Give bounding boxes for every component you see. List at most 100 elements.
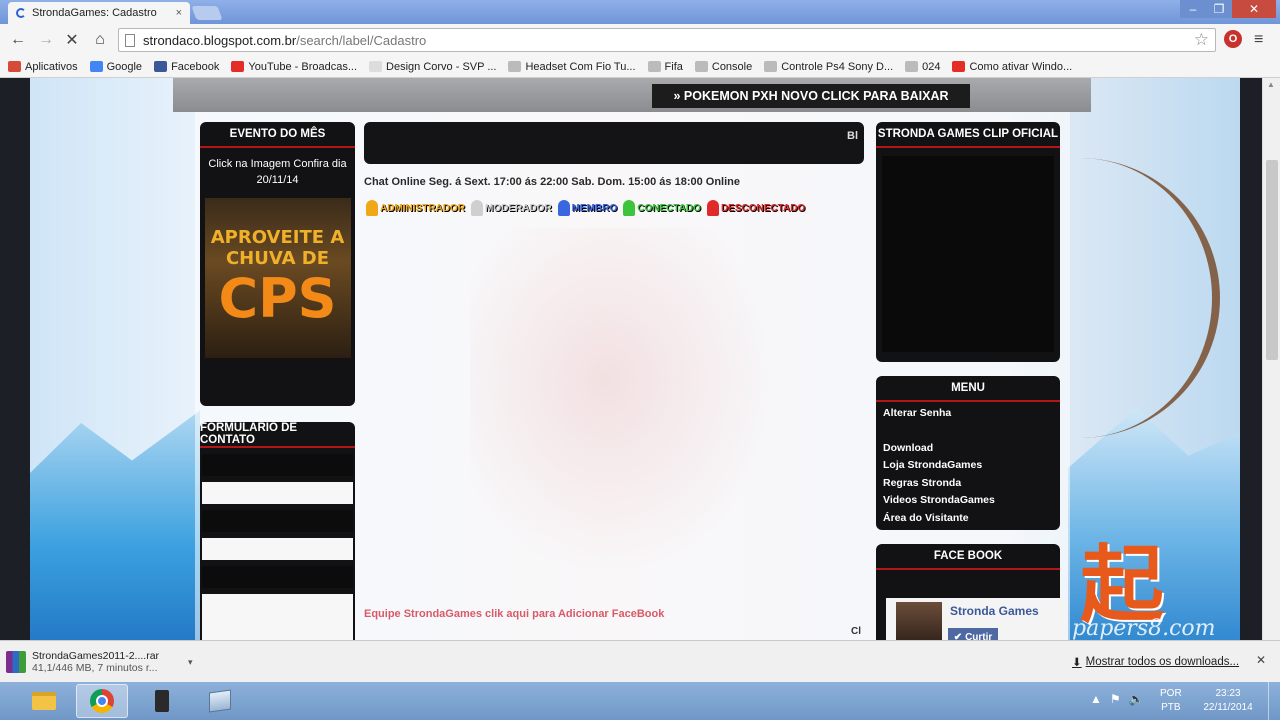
bookmark-item[interactable]: YouTube - Broadcas...	[231, 61, 357, 73]
tab-close-icon[interactable]: ×	[176, 7, 182, 19]
volume-icon[interactable]: 🔈	[1129, 692, 1144, 706]
bookmark-item[interactable]: Como ativar Windo...	[952, 61, 1072, 73]
user-status-legend: ADMINISTRADOR MODERADOR MEMBRO CONECTADO DES…	[366, 200, 805, 216]
video-player[interactable]	[882, 156, 1054, 352]
network-icon[interactable]: ⚑	[1110, 692, 1121, 706]
bookmark-item[interactable]: Google	[89, 61, 142, 73]
extension-icon[interactable]: O	[1224, 30, 1242, 48]
bookmark-item[interactable]: Controle Ps4 Sony D...	[764, 61, 893, 73]
rar-file-icon	[6, 651, 26, 673]
bookmark-label: 024	[922, 60, 941, 73]
show-all-downloads-link[interactable]: ⬇ Mostrar todos os downloads...	[1072, 655, 1239, 669]
taskbar-explorer[interactable]	[18, 684, 70, 718]
bookmark-item[interactable]: Aplicativos	[8, 61, 78, 73]
download-file-name: StrondaGames2011-2....rar	[32, 650, 160, 662]
new-tab-button[interactable]	[191, 6, 223, 20]
download-menu-chevron-icon[interactable]: ▾	[188, 657, 193, 668]
bookmark-label: Como ativar Windo...	[969, 60, 1073, 73]
close-downloads-icon[interactable]: ✕	[1256, 653, 1266, 667]
contact-form-widget: FORMULÁRIO DE CONTATO	[200, 422, 355, 640]
bookmark-favicon-icon	[905, 61, 919, 72]
legend-label: MEMBRO	[571, 202, 618, 214]
facebook-page-avatar[interactable]	[896, 602, 942, 640]
scroll-thumb[interactable]	[1266, 160, 1278, 360]
bookmark-star-icon[interactable]: ☆	[1194, 30, 1209, 50]
chrome-menu-icon[interactable]: ≡	[1254, 31, 1263, 49]
bookmark-item[interactable]: Design Corvo - SVP ...	[369, 61, 496, 73]
legend-label: ADMINISTRADOR	[380, 202, 465, 214]
contact-form-row	[202, 454, 353, 476]
windows-taskbar: ▲ ⚑ 🔈 POR PTB 23:23 22/11/2014	[0, 682, 1280, 720]
show-all-label: Mostrar todos os downloads...	[1085, 656, 1240, 668]
close-window-button[interactable]: ✕	[1232, 0, 1276, 18]
bookmark-favicon-icon	[8, 61, 21, 72]
pokemon-download-link[interactable]: » POKEMON PXH NOVO CLICK PARA BAIXAR	[652, 84, 970, 108]
contact-message-field[interactable]	[202, 594, 353, 640]
menu-item[interactable]: Regras Stronda	[876, 474, 1060, 492]
background-bow	[1070, 158, 1220, 438]
user-status-icon	[471, 200, 483, 216]
facebook-widget: FACE BOOK Stronda Games ✔ Curtir	[876, 544, 1066, 640]
home-icon[interactable]: ⌂	[90, 30, 110, 50]
add-facebook-link[interactable]: Equipe StrondaGames clik aqui para Adici…	[364, 608, 664, 620]
background-character-art	[470, 228, 810, 608]
bookmark-label: Controle Ps4 Sony D...	[781, 60, 894, 73]
camera-icon	[155, 690, 169, 712]
bookmark-label: Fifa	[664, 60, 683, 73]
language-indicator[interactable]: POR PTB	[1160, 687, 1182, 715]
browser-tab-active[interactable]: StrondaGames: Cadastro ×	[8, 2, 190, 24]
legend-label: DESCONECTADO	[720, 202, 806, 214]
legend-label: CONECTADO	[637, 202, 701, 214]
menu-item[interactable]: Videos StrondaGames	[876, 492, 1060, 510]
bookmark-item[interactable]: Console	[694, 61, 752, 73]
chrome-icon	[90, 689, 114, 713]
show-desktop-button[interactable]	[1268, 682, 1280, 720]
maximize-button[interactable]: ❐	[1206, 0, 1232, 18]
system-clock[interactable]: 23:23 22/11/2014	[1196, 687, 1260, 715]
check-icon: ✔	[953, 631, 963, 641]
bookmark-item[interactable]: 024	[905, 61, 940, 73]
menu-item[interactable]: Download	[876, 439, 1060, 457]
facebook-page-card: Stronda Games ✔ Curtir	[886, 598, 1066, 640]
scroll-up-arrow-icon[interactable]: ▲	[1267, 80, 1275, 89]
bookmark-favicon-icon	[694, 61, 708, 72]
facebook-like-button[interactable]: ✔ Curtir	[948, 628, 998, 640]
cps-event-banner[interactable]: APROVEITE A CHUVA DE CPS	[204, 198, 351, 358]
address-bar[interactable]: strondaco.blogspot.com.br /search/label/…	[118, 28, 1216, 52]
page-scrollbar[interactable]: ▲	[1262, 78, 1280, 640]
taskbar-capture-app[interactable]	[136, 684, 188, 718]
bookmark-label: Design Corvo - SVP ...	[386, 60, 497, 73]
banner-line-1: APROVEITE A	[210, 227, 345, 248]
clock-date: 22/11/2014	[1203, 702, 1253, 713]
facebook-page-name[interactable]: Stronda Games	[950, 604, 1039, 618]
taskbar-app[interactable]	[194, 684, 246, 718]
menu-item[interactable]: Loja StrondaGames	[876, 457, 1060, 475]
page-icon	[125, 33, 135, 47]
url-path: /search/label/Cadastro	[296, 32, 427, 48]
forward-button[interactable]: →	[36, 30, 56, 50]
contact-email-field[interactable]	[202, 538, 353, 560]
contact-name-field[interactable]	[202, 482, 353, 504]
menu-item[interactable]: Área do Visitante	[876, 509, 1060, 527]
bookmark-favicon-icon	[764, 61, 778, 72]
legend-item: CONECTADO	[623, 200, 701, 216]
url-host: strondaco.blogspot.com.br	[143, 32, 297, 48]
tray-expand-icon[interactable]: ▲	[1090, 692, 1102, 706]
language-code: POR	[1160, 688, 1182, 699]
menu-item[interactable]: Alterar Senha	[876, 404, 1060, 422]
back-button[interactable]: ←	[8, 30, 28, 50]
bookmark-favicon-icon	[369, 61, 383, 72]
bookmark-item[interactable]: Facebook	[154, 61, 219, 73]
minimize-button[interactable]: –	[1180, 0, 1206, 18]
download-item[interactable]: StrondaGames2011-2....rar 41,1/446 MB, 7…	[6, 645, 196, 679]
stop-button[interactable]: ✕	[62, 30, 82, 50]
bookmark-item[interactable]: Headset Com Fio Tu...	[508, 61, 636, 73]
taskbar-chrome[interactable]	[76, 684, 128, 718]
legend-label: MODERADOR	[485, 202, 552, 214]
bookmark-item[interactable]: Fifa	[647, 60, 683, 73]
loading-spinner-icon	[16, 8, 26, 18]
page-viewport: 起 papers8.com » POKEMON PXH NOVO CLICK P…	[0, 78, 1262, 640]
user-status-icon	[623, 200, 636, 216]
banner-line-2: CHUVA DE	[225, 248, 330, 269]
user-status-icon	[557, 200, 570, 216]
